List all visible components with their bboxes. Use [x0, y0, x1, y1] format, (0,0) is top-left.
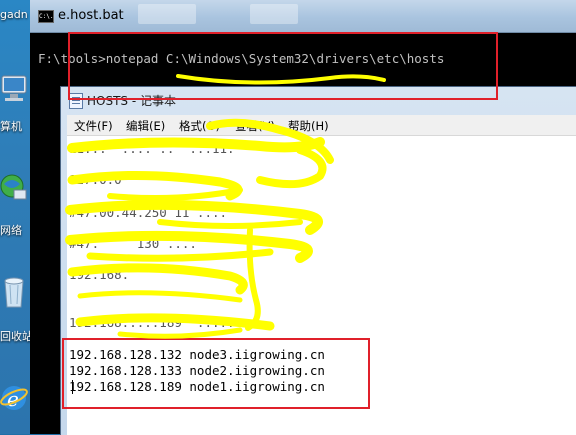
cmd-titlebar[interactable]: C:\. e.host.bat — [30, 0, 576, 33]
computer-icon[interactable] — [0, 72, 28, 106]
hosts-line-obscured: #47. 130 .... — [69, 236, 197, 251]
hosts-line-obscured: 127.0.0 — [69, 172, 190, 187]
menu-edit[interactable]: 编辑(E) — [126, 118, 165, 134]
network-label: 网络 — [0, 224, 22, 237]
desktop-user-label: gadn — [0, 8, 28, 21]
menu-format[interactable]: 格式(O) — [179, 118, 220, 134]
taskbar-ghost-button — [138, 4, 196, 24]
recycle-bin-icon[interactable] — [0, 275, 28, 309]
text-cursor — [72, 380, 73, 394]
cmd-window-title: e.host.bat — [58, 8, 124, 23]
network-icon[interactable] — [0, 172, 28, 206]
new-hosts-highlight-box — [62, 338, 370, 409]
hosts-line-obscured: 192.168.....189 ..... — [69, 315, 235, 330]
hosts-line-obscured: 11... .... .. ...11. — [69, 141, 235, 156]
hosts-line-obscured: 192.168. — [69, 267, 160, 282]
internet-explorer-icon[interactable]: e — [0, 380, 28, 414]
hosts-line-obscured: #47.00.44.250 11 .... — [69, 205, 228, 220]
taskbar-ghost-button — [250, 4, 298, 24]
menu-view[interactable]: 查看(V) — [235, 118, 275, 134]
notepad-menubar: 文件(F) 编辑(E) 格式(O) 查看(V) 帮助(H) — [67, 115, 576, 136]
menu-file[interactable]: 文件(F) — [74, 118, 113, 134]
cmd-app-icon: C:\. — [38, 10, 54, 23]
computer-label: 算机 — [0, 120, 22, 133]
menu-help[interactable]: 帮助(H) — [288, 118, 329, 134]
recycle-bin-label: 回收站 — [0, 330, 33, 343]
command-highlight-box — [68, 32, 498, 100]
